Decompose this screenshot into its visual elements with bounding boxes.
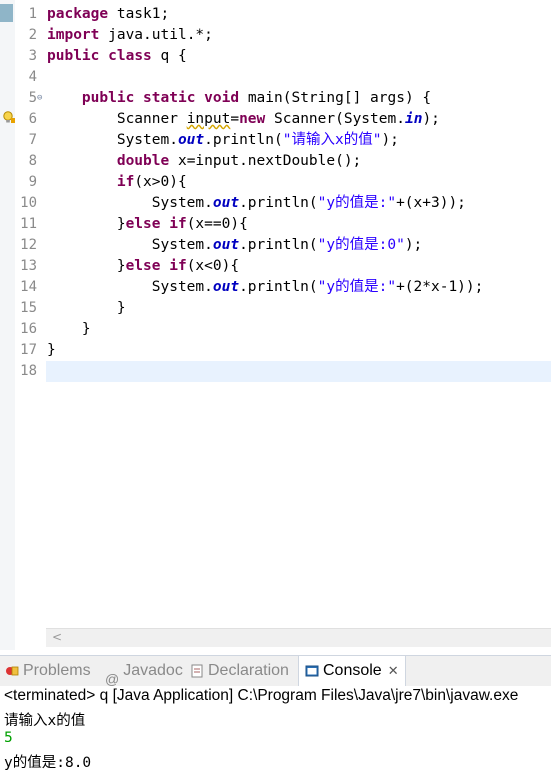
console-icon	[305, 665, 319, 677]
line-number: 11	[20, 216, 37, 232]
tab-console[interactable]: Console ✕	[298, 656, 406, 686]
code-line: System.out.println("y的值是:"+(2*x-1));	[151, 279, 484, 295]
line-number: 10	[20, 195, 37, 211]
code-line: System.out.println("y的值是:0");	[151, 237, 423, 253]
code-line: double x=input.nextDouble();	[116, 153, 362, 169]
code-line: }else if(x==0){	[116, 216, 248, 232]
tab-problems[interactable]: Problems	[5, 656, 91, 686]
line-number: 6	[28, 111, 37, 127]
line-number: 4	[28, 69, 37, 85]
code-line: }	[116, 300, 126, 316]
code-line: public static void main(String[] args) {	[81, 90, 432, 106]
console-output-line: y的值是:8.0	[4, 755, 92, 771]
line-number: 12	[20, 237, 37, 253]
code-line: import java.util.*;	[47, 27, 213, 43]
code-line: package task1;	[47, 6, 170, 22]
line-number: 9	[28, 174, 37, 190]
console-input-line: 5	[4, 730, 13, 746]
console-status: <terminated> q [Java Application] C:\Pro…	[4, 687, 519, 704]
line-number: 3	[28, 48, 37, 64]
line-number: 2	[28, 27, 37, 43]
line-number: 18	[20, 363, 37, 379]
code-line: }	[47, 342, 56, 358]
tab-javadoc[interactable]: @ Javadoc	[105, 656, 183, 687]
code-line: System.out.println("y的值是:"+(x+3));	[151, 195, 466, 211]
code-line: public class q {	[47, 48, 187, 64]
warning-variable: input	[186, 111, 231, 127]
line-number: 17	[20, 342, 37, 358]
line-number: 5	[28, 90, 37, 106]
declaration-icon	[191, 664, 203, 678]
line-number: 13	[20, 258, 37, 274]
code-line: }	[81, 321, 91, 337]
view-tab-bar: Problems @ Javadoc Declaration Console ✕	[0, 655, 551, 687]
code-line: }else if(x<0){	[116, 258, 240, 274]
line-number: 7	[28, 132, 37, 148]
code-line: if(x>0){	[116, 174, 187, 190]
horizontal-scrollbar[interactable]: <	[46, 628, 551, 647]
overview-ruler	[0, 0, 15, 650]
ruler-marker[interactable]	[0, 4, 13, 22]
line-number: 14	[20, 279, 37, 295]
tab-declaration[interactable]: Declaration	[190, 656, 289, 686]
close-icon[interactable]: ✕	[388, 663, 399, 678]
code-editor[interactable]: 1 2 3 4 5 6 7 8 9 10 11 12 13 14 15 16 1…	[0, 0, 551, 650]
line-number: 1	[28, 6, 37, 22]
problems-icon	[6, 666, 19, 676]
fold-collapse-icon[interactable]: ⊖	[37, 93, 42, 103]
scroll-left-icon[interactable]: <	[52, 630, 62, 644]
line-number: 15	[20, 300, 37, 316]
line-number: 8	[28, 153, 37, 169]
code-area[interactable]: package task1; import java.util.*; publi…	[47, 4, 483, 382]
code-line: System.out.println("请输入x的值");	[116, 132, 399, 148]
warning-lightbulb-icon[interactable]	[2, 111, 15, 124]
line-number: 16	[20, 321, 37, 337]
console-view[interactable]: <terminated> q [Java Application] C:\Pro…	[0, 686, 551, 779]
code-line: Scanner input=new Scanner(System.in);	[116, 111, 440, 127]
console-output-line: 请输入x的值	[4, 713, 86, 729]
javadoc-icon: @	[105, 670, 120, 687]
